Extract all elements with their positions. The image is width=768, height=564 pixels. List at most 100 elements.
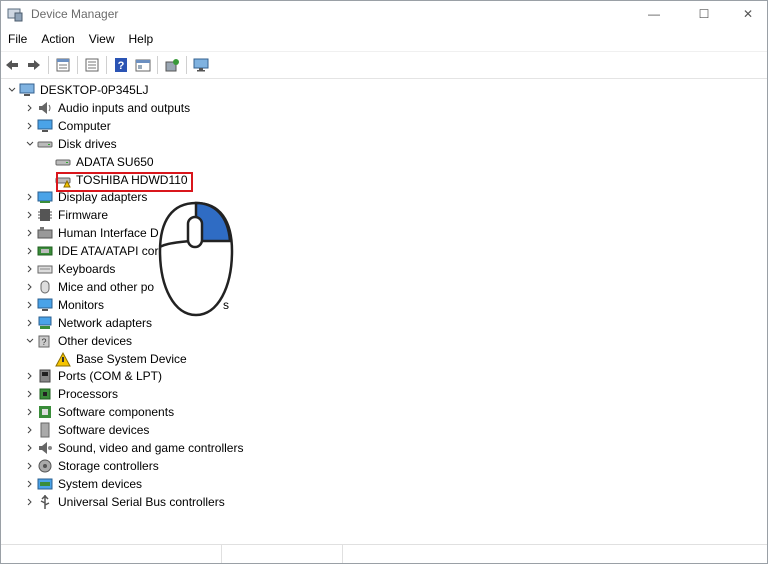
- chevron-down-icon[interactable]: [23, 135, 37, 153]
- menu-bar: File Action View Help: [1, 29, 767, 49]
- software-component-icon: [37, 404, 53, 420]
- tree-item-label: Firmware: [58, 208, 108, 223]
- tree-item[interactable]: Software components: [23, 403, 174, 421]
- computer-icon: [37, 118, 53, 134]
- tree-item-label: Mice and other po: [58, 279, 155, 294]
- tree-item[interactable]: System devices: [23, 475, 142, 493]
- tree-item[interactable]: Computer: [23, 117, 111, 135]
- tree-item[interactable]: Human Interface D: [23, 224, 159, 242]
- disk-icon: [55, 154, 71, 170]
- speaker-icon: [37, 100, 53, 116]
- chevron-down-icon[interactable]: [23, 332, 37, 350]
- tree-item[interactable]: Ports (COM & LPT): [23, 367, 162, 385]
- toolbar-separator: [48, 56, 49, 74]
- tree-item[interactable]: ? Other devices: [23, 332, 132, 350]
- tree-item-label: Network adapters: [58, 315, 153, 330]
- tree-item-label: Base System Device: [76, 351, 187, 366]
- chevron-down-icon[interactable]: [5, 81, 19, 99]
- toolbar-separator: [106, 56, 107, 74]
- scan-hardware-icon[interactable]: [161, 55, 183, 75]
- tree-item-label: Universal Serial Bus controllers: [58, 494, 225, 509]
- chevron-right-icon[interactable]: [23, 385, 37, 403]
- chevron-right-icon[interactable]: [23, 403, 37, 421]
- chevron-right-icon[interactable]: [23, 475, 37, 493]
- tree-item[interactable]: Firmware: [23, 206, 108, 224]
- tree-item-label: Keyboards: [58, 262, 116, 276]
- storage-icon: [37, 458, 53, 474]
- tree-item-label: Audio inputs and outputs: [58, 100, 191, 115]
- tree-item[interactable]: Mice and other po: [23, 278, 154, 296]
- tree-child-item[interactable]: ADATA SU650: [41, 153, 154, 171]
- tree-item-label: Display adapters: [58, 190, 148, 205]
- tree-item-label: Human Interface D: [58, 226, 159, 241]
- tree-item[interactable]: Network adapters: [23, 314, 152, 332]
- svg-text:?: ?: [41, 337, 46, 347]
- view-resources-icon[interactable]: [132, 55, 154, 75]
- processor-icon: [37, 386, 53, 402]
- properties-icon[interactable]: [52, 55, 74, 75]
- chevron-right-icon[interactable]: [23, 296, 37, 314]
- title-bar[interactable]: Device Manager — ☐ ✕: [1, 1, 767, 27]
- port-icon: [37, 368, 53, 384]
- close-button[interactable]: ✕: [725, 1, 767, 27]
- software-device-icon: [37, 422, 53, 438]
- svg-text:?: ?: [118, 60, 125, 72]
- help-icon[interactable]: ?: [110, 55, 132, 75]
- chevron-right-icon[interactable]: [23, 224, 37, 242]
- chevron-right-icon[interactable]: [23, 117, 37, 135]
- tree-item-label: Computer: [58, 118, 111, 133]
- tree-item-label: Storage controllers: [58, 458, 159, 473]
- chevron-right-icon[interactable]: [23, 439, 37, 457]
- tree-item-label: Ports (COM & LPT): [58, 369, 163, 384]
- tree-item[interactable]: Disk drives: [23, 135, 117, 153]
- display-adapter-icon: [37, 189, 53, 205]
- tree-item[interactable]: Processors: [23, 385, 118, 403]
- tree-item-label: System devices: [58, 476, 143, 491]
- status-bar: [1, 544, 767, 563]
- tree-item[interactable]: IDE ATA/ATAPI cor: [23, 242, 158, 260]
- monitor-icon[interactable]: [190, 55, 212, 75]
- tree-item[interactable]: DESKTOP-0P345LJ: [5, 81, 149, 99]
- tree-item[interactable]: Keyboards: [23, 260, 115, 278]
- chevron-right-icon[interactable]: [23, 242, 37, 260]
- tree-item-label: Other devices: [58, 333, 133, 348]
- chevron-right-icon[interactable]: [23, 188, 37, 206]
- toolbar-separator: [77, 56, 78, 74]
- chevron-right-icon[interactable]: [23, 367, 37, 385]
- status-pane: [222, 545, 343, 563]
- tree-item[interactable]: Storage controllers: [23, 457, 159, 475]
- minimize-button[interactable]: —: [631, 1, 677, 27]
- tree-item[interactable]: Monitors: [23, 296, 104, 314]
- toolbar-separator: [157, 56, 158, 74]
- back-icon[interactable]: [1, 55, 23, 75]
- tree-item-label: Sound, video and game controllers: [58, 441, 244, 455]
- maximize-button[interactable]: ☐: [681, 1, 727, 27]
- view-icon[interactable]: [81, 55, 103, 75]
- tree-item[interactable]: Audio inputs and outputs: [23, 99, 190, 117]
- tree-item-label: Software devices: [58, 423, 150, 438]
- menu-action[interactable]: Action: [34, 32, 81, 46]
- chevron-right-icon[interactable]: [23, 314, 37, 332]
- chevron-right-icon[interactable]: [23, 421, 37, 439]
- forward-icon[interactable]: [23, 55, 45, 75]
- highlight-box: [56, 172, 193, 192]
- menu-help[interactable]: Help: [122, 32, 161, 46]
- network-icon: [37, 315, 53, 331]
- menu-view[interactable]: View: [82, 32, 122, 46]
- tree-item[interactable]: Universal Serial Bus controllers: [23, 493, 225, 511]
- device-manager-window: Device Manager — ☐ ✕ File Action View He…: [0, 0, 768, 564]
- tree-child-item[interactable]: Base System Device: [41, 350, 187, 368]
- chevron-right-icon[interactable]: [23, 493, 37, 511]
- tree-item[interactable]: Software devices: [23, 421, 149, 439]
- usb-icon: [37, 494, 53, 510]
- chevron-right-icon[interactable]: [23, 278, 37, 296]
- chevron-right-icon[interactable]: [23, 457, 37, 475]
- chevron-right-icon[interactable]: [23, 260, 37, 278]
- tree-item[interactable]: Sound, video and game controllers: [23, 439, 243, 457]
- status-pane: [1, 545, 222, 563]
- chevron-right-icon[interactable]: [23, 206, 37, 224]
- chevron-right-icon[interactable]: [23, 99, 37, 117]
- menu-file[interactable]: File: [1, 32, 34, 46]
